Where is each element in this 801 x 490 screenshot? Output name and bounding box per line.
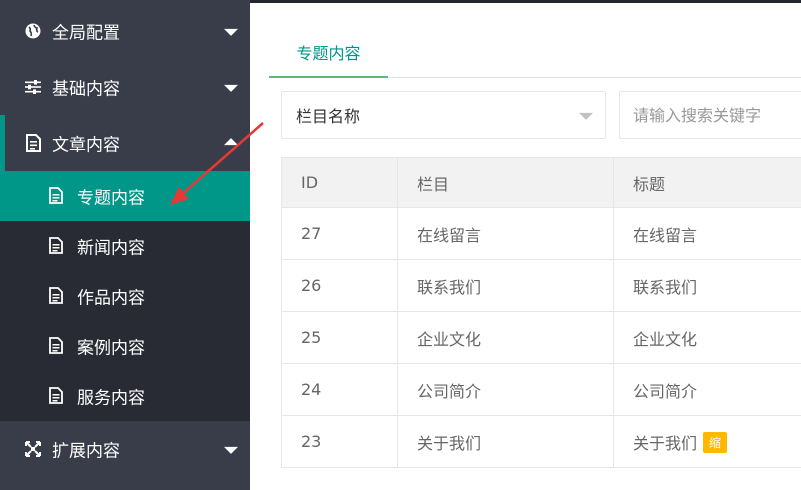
file-icon: [49, 387, 65, 405]
submenu-item-label: 服务内容: [77, 388, 145, 409]
sidebar-item-extended-content[interactable]: 扩展内容: [0, 421, 250, 477]
cell-column: 企业文化: [397, 311, 614, 364]
caret-up-icon: [224, 138, 238, 146]
caret-down-icon: [224, 446, 238, 454]
table-header-row: ID 栏目 标题: [281, 157, 801, 208]
submenu-item-label: 专题内容: [77, 188, 145, 209]
table-row[interactable]: 23 关于我们 关于我们缩: [281, 415, 801, 468]
cell-title: 关于我们缩: [613, 415, 801, 468]
file-icon: [49, 287, 65, 305]
sidebar-item-global-config[interactable]: 全局配置: [0, 3, 250, 59]
sidebar-item-article-content[interactable]: 文章内容: [0, 115, 250, 171]
content-table: ID 栏目 标题 27 在线留言 在线留言 26 联系我们 联系我们 25 企业…: [281, 157, 801, 468]
search-input[interactable]: [619, 91, 801, 139]
submenu-item-works-content[interactable]: 作品内容: [0, 271, 250, 321]
cell-column: 在线留言: [397, 207, 614, 260]
globe-icon: [24, 22, 42, 40]
column-select[interactable]: 栏目名称: [281, 91, 606, 139]
header-strip: [250, 0, 801, 3]
header-id: ID: [281, 157, 398, 208]
thumbnail-badge: 缩: [703, 431, 728, 453]
cell-id: 23: [281, 415, 398, 468]
cell-title: 联系我们: [613, 259, 801, 312]
caret-down-icon: [224, 84, 238, 92]
chevron-down-icon: [579, 112, 593, 120]
submenu-item-label: 新闻内容: [77, 238, 145, 259]
cell-id: 25: [281, 311, 398, 364]
cell-id: 24: [281, 363, 398, 416]
table-row[interactable]: 24 公司简介 公司简介: [281, 363, 801, 416]
cell-column: 公司简介: [397, 363, 614, 416]
sidebar-item-label: 基础内容: [52, 79, 120, 100]
tab-topic-content[interactable]: 专题内容: [269, 32, 388, 78]
column-select-value: 栏目名称: [296, 107, 361, 126]
submenu-item-case-content[interactable]: 案例内容: [0, 321, 250, 371]
submenu-item-label: 作品内容: [77, 288, 145, 309]
sidebar-item-basic-content[interactable]: 基础内容: [0, 59, 250, 115]
submenu-item-label: 案例内容: [77, 338, 145, 359]
sidebar: 全局配置 基础内容 文章内容 专题内容 新闻内容 作品内容 案例内容 服务内容 …: [0, 0, 250, 490]
cell-title: 企业文化: [613, 311, 801, 364]
cell-id: 27: [281, 207, 398, 260]
header-column: 栏目: [397, 157, 614, 208]
file-icon: [49, 337, 65, 355]
sliders-icon: [24, 78, 42, 96]
cell-title: 公司简介: [613, 363, 801, 416]
header-title: 标题: [613, 157, 801, 208]
expand-icon: [24, 440, 42, 458]
file-icon: [49, 237, 65, 255]
active-indicator: [0, 115, 5, 171]
sidebar-item-label: 扩展内容: [52, 441, 120, 462]
submenu-item-service-content[interactable]: 服务内容: [0, 371, 250, 421]
cell-id: 26: [281, 259, 398, 312]
submenu-item-news-content[interactable]: 新闻内容: [0, 221, 250, 271]
cell-title: 在线留言: [613, 207, 801, 260]
sidebar-item-label: 文章内容: [52, 135, 120, 156]
caret-down-icon: [224, 28, 238, 36]
submenu-item-topic-content[interactable]: 专题内容: [0, 171, 250, 221]
sidebar-item-label: 全局配置: [52, 23, 120, 44]
cell-title-text: 关于我们: [633, 433, 698, 453]
table-row[interactable]: 25 企业文化 企业文化: [281, 311, 801, 364]
cell-column: 联系我们: [397, 259, 614, 312]
table-row[interactable]: 26 联系我们 联系我们: [281, 259, 801, 312]
document-icon: [24, 134, 42, 152]
cell-column: 关于我们: [397, 415, 614, 468]
table-row[interactable]: 27 在线留言 在线留言: [281, 207, 801, 260]
submenu-article-content: 专题内容 新闻内容 作品内容 案例内容 服务内容: [0, 171, 250, 421]
active-tab-underline: [269, 76, 388, 78]
file-icon: [49, 187, 65, 205]
